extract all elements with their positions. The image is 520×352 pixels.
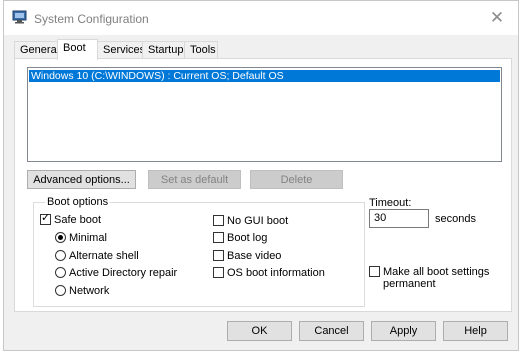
set-as-default-button[interactable]: Set as default	[148, 170, 241, 189]
base-video-label: Base video	[227, 250, 282, 262]
os-boot-information-label: OS boot information	[227, 267, 325, 279]
timeout-input[interactable]: 30	[369, 209, 429, 228]
os-list[interactable]: Windows 10 (C:\WINDOWS) : Current OS; De…	[27, 67, 502, 162]
checkbox-icon[interactable]	[213, 267, 224, 278]
radio-active-directory-repair[interactable]: Active Directory repair	[55, 267, 177, 281]
radio-icon[interactable]	[55, 267, 66, 278]
title-bar: System Configuration ✕	[4, 1, 518, 35]
boot-tab-page: Windows 10 (C:\WINDOWS) : Current OS; De…	[14, 58, 512, 312]
tab-general[interactable]: General	[14, 41, 59, 58]
os-list-item[interactable]: Windows 10 (C:\WINDOWS) : Current OS; De…	[29, 70, 500, 82]
base-video-checkbox[interactable]: Base video	[213, 250, 281, 264]
radio-minimal[interactable]: Minimal	[55, 232, 107, 246]
radio-alternate-shell-label: Alternate shell	[69, 250, 139, 262]
advanced-options-button[interactable]: Advanced options...	[27, 170, 136, 189]
window-title: System Configuration	[34, 12, 149, 26]
radio-network[interactable]: Network	[55, 285, 109, 299]
tab-services[interactable]: Services	[97, 41, 145, 58]
tab-tools[interactable]: Tools	[184, 41, 218, 58]
radio-network-label: Network	[69, 285, 110, 297]
system-config-icon	[12, 10, 28, 24]
boot-log-label: Boot log	[227, 232, 268, 244]
safe-boot-checkbox[interactable]: ✓ Safe boot	[40, 212, 102, 228]
system-configuration-window: System Configuration ✕ General Boot Serv…	[3, 0, 519, 351]
radio-selected-icon[interactable]	[55, 232, 66, 243]
radio-icon[interactable]	[55, 250, 66, 261]
tab-boot[interactable]: Boot	[57, 39, 98, 60]
make-permanent-checkbox[interactable]: Make all boot settings permanent	[369, 266, 489, 294]
checkbox-icon[interactable]	[213, 250, 224, 261]
make-permanent-label-line2: permanent	[383, 278, 436, 290]
timeout-label: Timeout:	[369, 197, 412, 209]
safe-boot-label: Safe boot	[54, 214, 102, 226]
checkbox-icon[interactable]	[213, 215, 224, 226]
boot-options-label: Boot options	[45, 196, 111, 209]
radio-minimal-label: Minimal	[69, 232, 107, 244]
checkbox-icon[interactable]	[213, 232, 224, 243]
cancel-button[interactable]: Cancel	[299, 321, 364, 341]
dialog-button-bar: OK Cancel Apply Help	[4, 312, 518, 352]
boot-log-checkbox[interactable]: Boot log	[213, 232, 267, 246]
radio-icon[interactable]	[55, 285, 66, 296]
no-gui-boot-checkbox[interactable]: No GUI boot	[213, 215, 288, 229]
checkbox-icon[interactable]	[369, 266, 380, 277]
no-gui-boot-label: No GUI boot	[227, 215, 289, 227]
seconds-label: seconds	[435, 213, 476, 225]
help-button[interactable]: Help	[443, 321, 508, 341]
make-permanent-label-line1: Make all boot settings	[383, 266, 490, 278]
tab-startup[interactable]: Startup	[142, 41, 185, 58]
delete-button[interactable]: Delete	[250, 170, 343, 189]
checkbox-checked-icon[interactable]: ✓	[40, 212, 51, 225]
radio-active-directory-repair-label: Active Directory repair	[69, 267, 178, 279]
ok-button[interactable]: OK	[227, 321, 292, 341]
radio-alternate-shell[interactable]: Alternate shell	[55, 250, 139, 264]
os-boot-information-checkbox[interactable]: OS boot information	[213, 267, 325, 281]
close-icon[interactable]: ✕	[484, 6, 510, 30]
apply-button[interactable]: Apply	[371, 321, 436, 341]
